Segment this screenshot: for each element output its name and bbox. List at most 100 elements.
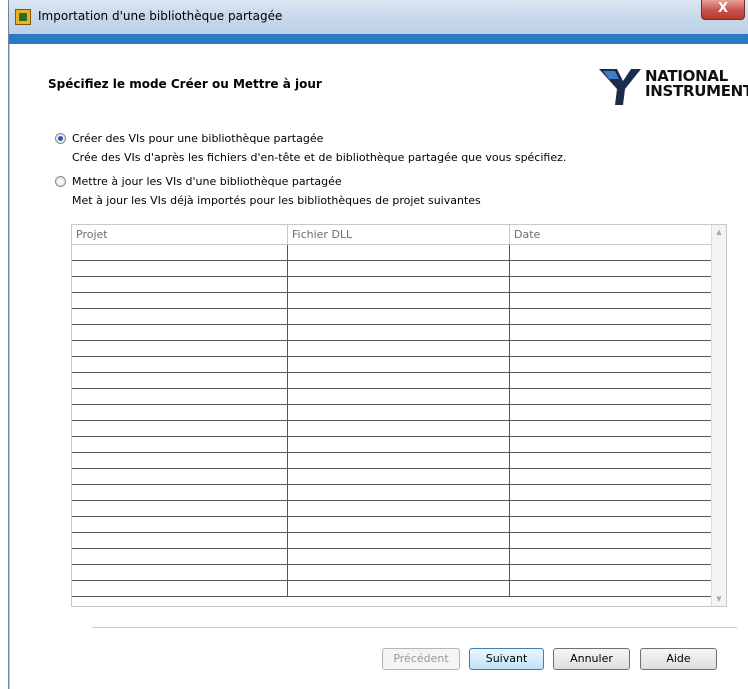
table-row[interactable]	[72, 389, 712, 405]
table-cell	[72, 581, 288, 597]
table-cell	[288, 549, 510, 565]
table-row[interactable]	[72, 533, 712, 549]
table-row[interactable]	[72, 453, 712, 469]
scroll-down-icon[interactable]: ▼	[712, 595, 726, 603]
window-title: Importation d'une bibliothèque partagée	[38, 9, 283, 23]
table-cell	[72, 549, 288, 565]
national-instruments-logo: NATIONAL INSTRUMENTS™	[597, 67, 748, 111]
table-row[interactable]	[72, 485, 712, 501]
column-header-date[interactable]: Date	[510, 225, 712, 244]
previous-button[interactable]: Précédent	[382, 648, 460, 670]
cancel-button[interactable]: Annuler	[553, 648, 630, 670]
help-button[interactable]: Aide	[640, 648, 717, 670]
table-row[interactable]	[72, 245, 712, 261]
table-cell	[510, 309, 712, 325]
header-accent-band	[9, 34, 748, 44]
project-libraries-table[interactable]: Projet Fichier DLL Date ▲ ▼	[71, 224, 727, 607]
table-cell	[72, 261, 288, 277]
table-cell	[288, 565, 510, 581]
logo-line-2: INSTRUMENTS	[645, 82, 748, 100]
table-cell	[510, 549, 712, 565]
column-header-fichier-dll[interactable]: Fichier DLL	[288, 225, 510, 244]
table-row[interactable]	[72, 501, 712, 517]
table-header: Projet Fichier DLL Date	[72, 225, 712, 245]
table-row[interactable]	[72, 357, 712, 373]
table-cell	[288, 293, 510, 309]
table-cell	[288, 485, 510, 501]
scroll-up-icon[interactable]: ▲	[712, 228, 726, 236]
table-row[interactable]	[72, 309, 712, 325]
table-cell	[288, 389, 510, 405]
table-cell	[288, 373, 510, 389]
table-cell	[510, 469, 712, 485]
table-cell	[510, 261, 712, 277]
table-cell	[288, 261, 510, 277]
table-cell	[72, 293, 288, 309]
table-row[interactable]	[72, 325, 712, 341]
table-cell	[510, 517, 712, 533]
table-row[interactable]	[72, 373, 712, 389]
table-row[interactable]	[72, 293, 712, 309]
table-row[interactable]	[72, 405, 712, 421]
table-cell	[72, 373, 288, 389]
table-cell	[510, 421, 712, 437]
table-row[interactable]	[72, 437, 712, 453]
table-cell	[510, 485, 712, 501]
option-update-label[interactable]: Mettre à jour les VIs d'une bibliothèque…	[72, 175, 342, 188]
table-cell	[288, 501, 510, 517]
title-bar[interactable]: Importation d'une bibliothèque partagée …	[9, 0, 748, 35]
table-cell	[72, 405, 288, 421]
page-title: Spécifiez le mode Créer ou Mettre à jour	[48, 77, 322, 91]
table-cell	[510, 389, 712, 405]
table-cell	[72, 277, 288, 293]
option-create-description: Crée des VIs d'après les fichiers d'en-t…	[72, 151, 567, 164]
table-row[interactable]	[72, 277, 712, 293]
dialog-content: Spécifiez le mode Créer ou Mettre à jour…	[9, 44, 748, 689]
table-row[interactable]	[72, 261, 712, 277]
footer-separator	[92, 627, 737, 628]
table-cell	[288, 421, 510, 437]
radio-update[interactable]	[55, 176, 66, 187]
table-cell	[510, 581, 712, 597]
table-cell	[288, 245, 510, 261]
table-cell	[288, 405, 510, 421]
table-cell	[288, 277, 510, 293]
eagle-logo-icon	[599, 69, 641, 105]
table-cell	[510, 277, 712, 293]
table-scrollbar[interactable]: ▲ ▼	[711, 225, 726, 606]
table-row[interactable]	[72, 421, 712, 437]
table-cell	[72, 469, 288, 485]
option-create[interactable]: Créer des VIs pour une bibliothèque part…	[55, 132, 323, 145]
table-row[interactable]	[72, 581, 712, 597]
table-row[interactable]	[72, 517, 712, 533]
option-update[interactable]: Mettre à jour les VIs d'une bibliothèque…	[55, 175, 342, 188]
column-header-projet[interactable]: Projet	[72, 225, 288, 244]
table-cell	[510, 405, 712, 421]
table-row[interactable]	[72, 565, 712, 581]
table-cell	[72, 341, 288, 357]
table-cell	[72, 309, 288, 325]
option-create-label[interactable]: Créer des VIs pour une bibliothèque part…	[72, 132, 323, 145]
table-cell	[72, 325, 288, 341]
table-cell	[72, 485, 288, 501]
next-button[interactable]: Suivant	[469, 648, 544, 670]
table-cell	[72, 245, 288, 261]
table-cell	[288, 357, 510, 373]
radio-create[interactable]	[55, 133, 66, 144]
table-cell	[288, 309, 510, 325]
table-cell	[72, 501, 288, 517]
table-cell	[288, 581, 510, 597]
table-row[interactable]	[72, 469, 712, 485]
table-cell	[510, 325, 712, 341]
close-button[interactable]: X	[701, 0, 745, 20]
table-cell	[510, 437, 712, 453]
table-cell	[288, 325, 510, 341]
table-cell	[72, 533, 288, 549]
table-row[interactable]	[72, 549, 712, 565]
table-row[interactable]	[72, 341, 712, 357]
table-cell	[72, 565, 288, 581]
table-cell	[288, 437, 510, 453]
desktop-edge	[0, 0, 8, 689]
table-cell	[510, 533, 712, 549]
table-cell	[288, 341, 510, 357]
